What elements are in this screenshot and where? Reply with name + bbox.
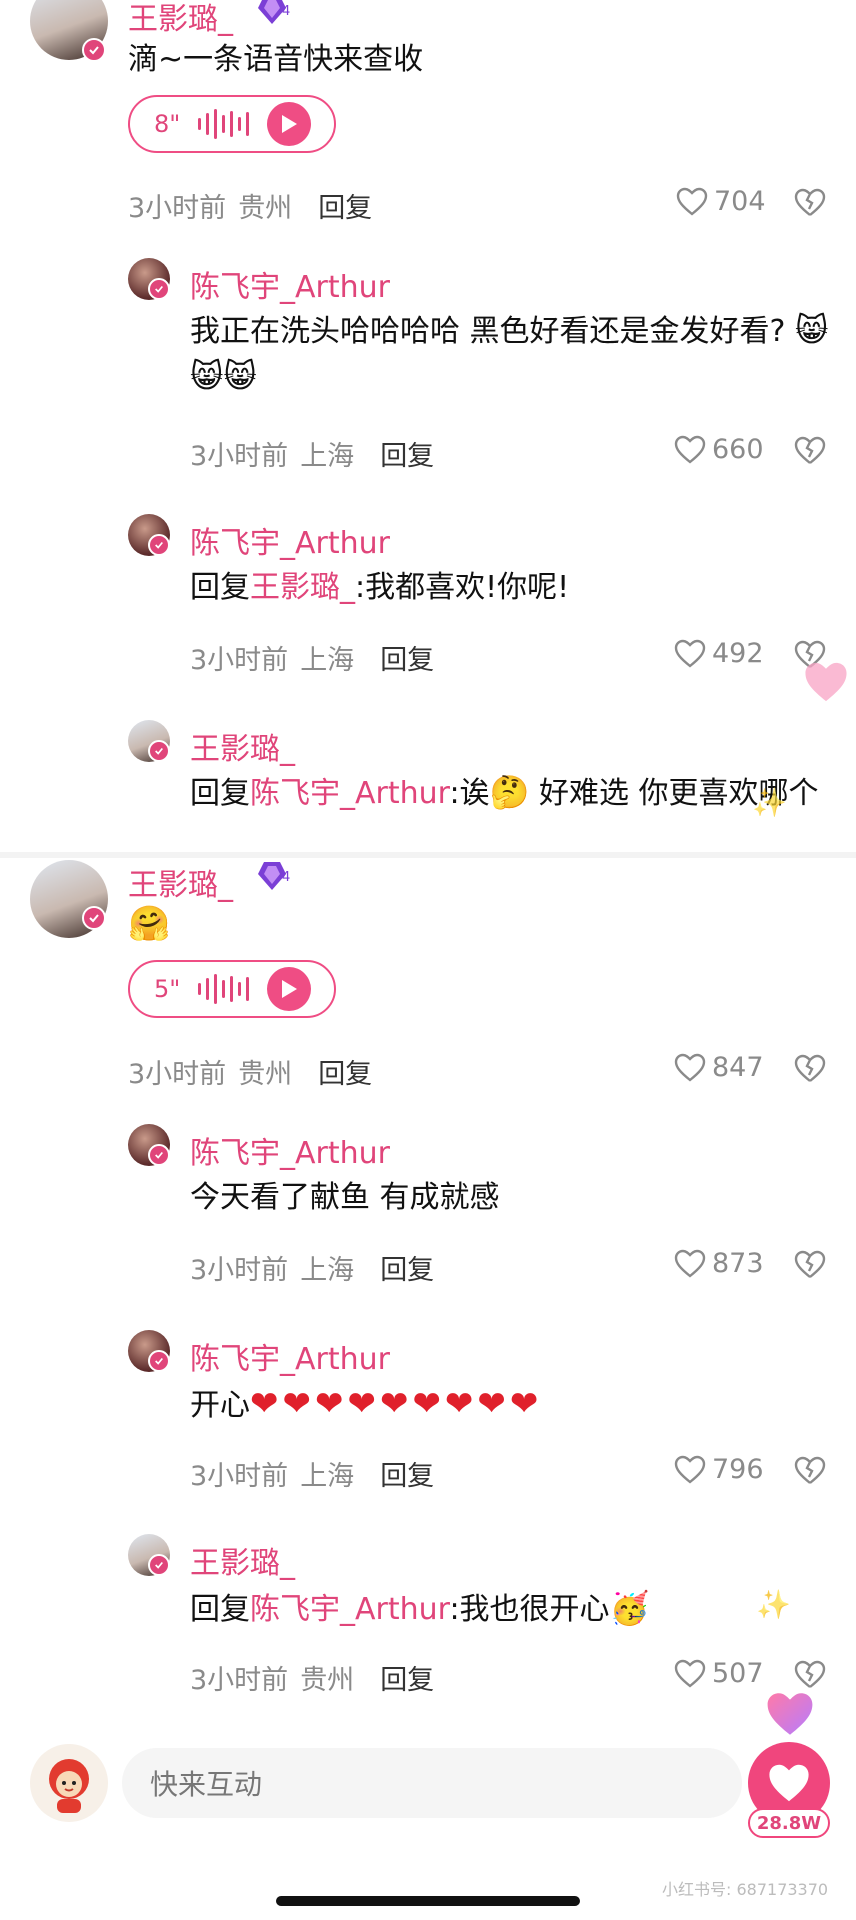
user-avatar[interactable] <box>30 1744 108 1822</box>
verified-badge-icon <box>82 38 106 62</box>
mention-link[interactable]: 陈飞宇_Arthur <box>250 1592 449 1627</box>
like-button[interactable]: 704 <box>676 186 766 217</box>
reply-text: 回复陈飞宇_Arthur:诶🤔 好难选 你更喜欢哪个 <box>190 773 819 811</box>
dislike-heart-icon[interactable] <box>794 1054 826 1088</box>
like-button[interactable]: 660 <box>674 434 764 465</box>
reply-button[interactable]: 回复 <box>318 193 372 224</box>
heart-outline-icon <box>674 1455 706 1484</box>
voice-duration: 5" <box>154 975 181 1003</box>
dislike-heart-icon[interactable] <box>794 188 826 222</box>
heart-outline-icon <box>674 1053 706 1082</box>
reply-button[interactable]: 回复 <box>380 1665 434 1696</box>
heart-outline-icon <box>674 1249 706 1278</box>
reply-button[interactable]: 回复 <box>380 645 434 676</box>
reply-text: 我正在洗头哈哈哈哈 黑色好看还是金发好看? 😸😸😸 <box>190 311 829 395</box>
heart-outline-icon <box>674 435 706 464</box>
dislike-heart-icon[interactable] <box>794 1660 826 1694</box>
voice-message-button[interactable]: 8" <box>128 95 336 153</box>
reply-author[interactable]: 陈飞宇_Arthur <box>190 1128 390 1172</box>
comment-input[interactable]: 快来互动 <box>122 1748 742 1818</box>
level-badge-icon: 4 <box>256 0 292 28</box>
verified-badge-icon <box>82 906 106 930</box>
comment-author[interactable]: 王影璐_ <box>128 0 233 38</box>
like-count: 704 <box>714 186 766 217</box>
play-icon[interactable] <box>267 102 311 146</box>
reply-meta: 3小时前 上海 回复 <box>190 1255 435 1286</box>
verified-badge-icon <box>148 1554 170 1576</box>
verified-badge-icon <box>148 1350 170 1372</box>
heart-filled-icon <box>769 1764 809 1802</box>
reply-meta: 3小时前 上海 回复 <box>190 441 435 472</box>
reply-button[interactable]: 回复 <box>318 1059 372 1090</box>
reply-text: 回复王影璐_:我都喜欢!你呢! <box>190 570 570 605</box>
reply-button[interactable]: 回复 <box>380 1255 434 1286</box>
heart-outline-icon <box>674 1659 706 1688</box>
heart-outline-icon <box>676 187 708 216</box>
reply-text: 回复陈飞宇_Arthur:我也很开心🥳 <box>190 1589 650 1627</box>
sparkle-hands-icon: ✨ <box>756 1588 791 1621</box>
reply-author[interactable]: 王影璐_ <box>190 724 295 768</box>
hug-emoji: 🤗 <box>128 904 171 944</box>
like-button[interactable]: 492 <box>674 638 764 669</box>
home-indicator[interactable] <box>276 1896 580 1906</box>
level-number: 4 <box>282 870 291 885</box>
like-button[interactable]: 873 <box>674 1248 764 1279</box>
reply-text: 今天看了献鱼 有成就感 <box>190 1180 500 1215</box>
heart-outline-icon <box>674 639 706 668</box>
floating-heart-icon <box>764 1690 816 1742</box>
party-face-emoji: 🥳 <box>609 1589 650 1627</box>
mention-link[interactable]: 陈飞宇_Arthur <box>250 776 449 811</box>
verified-badge-icon <box>148 740 170 762</box>
dislike-heart-icon[interactable] <box>794 1250 826 1284</box>
comment-location: 贵州 <box>238 193 293 224</box>
mention-link[interactable]: 王影璐_ <box>250 570 355 605</box>
reply-button[interactable]: 回复 <box>380 1461 434 1492</box>
red-heart-emoji: ❤❤❤❤❤❤❤❤❤ <box>250 1384 543 1424</box>
reply-button[interactable]: 回复 <box>380 441 434 472</box>
reply-author[interactable]: 陈飞宇_Arthur <box>190 262 390 306</box>
verified-badge-icon <box>148 1144 170 1166</box>
play-icon[interactable] <box>267 967 311 1011</box>
dislike-heart-icon[interactable] <box>794 1456 826 1490</box>
watermark: 小红书号: 687173370 <box>662 1880 829 1899</box>
reply-meta: 3小时前 贵州 回复 <box>190 1665 435 1696</box>
verified-badge-icon <box>148 278 170 300</box>
level-badge-icon: 4 <box>256 858 292 894</box>
reply-author[interactable]: 王影璐_ <box>190 1538 295 1582</box>
voice-message-button[interactable]: 5" <box>128 960 336 1018</box>
voice-duration: 8" <box>154 110 181 138</box>
like-button[interactable]: 847 <box>674 1052 764 1083</box>
level-number: 4 <box>282 4 291 19</box>
thinking-face-emoji: 🤔 <box>489 773 530 811</box>
section-divider <box>0 852 856 858</box>
comment-meta: 3小时前 贵州 回复 <box>128 186 372 225</box>
reply-author[interactable]: 陈飞宇_Arthur <box>190 518 390 562</box>
like-button[interactable]: 796 <box>674 1454 764 1485</box>
like-count-badge: 28.8W <box>748 1808 830 1838</box>
verified-badge-icon <box>148 534 170 556</box>
waveform-icon <box>198 109 249 139</box>
comment-time: 3小时前 <box>128 193 227 224</box>
reply-meta: 3小时前 上海 回复 <box>190 1461 435 1492</box>
comment-author[interactable]: 王影璐_ <box>128 860 233 904</box>
floating-heart-icon <box>802 660 850 708</box>
reply-text: 开心❤❤❤❤❤❤❤❤❤ <box>190 1384 543 1424</box>
input-placeholder: 快来互动 <box>150 1768 263 1801</box>
sparkle-hands-icon: ✨ <box>752 786 787 819</box>
like-button[interactable]: 507 <box>674 1658 764 1689</box>
comment-text: 滴~一条语音快来查收 <box>128 42 424 77</box>
reply-meta: 3小时前 上海 回复 <box>190 645 435 676</box>
waveform-icon <box>198 974 249 1004</box>
comment-meta: 3小时前 贵州 回复 <box>128 1059 373 1090</box>
reply-author[interactable]: 陈飞宇_Arthur <box>190 1334 390 1378</box>
dislike-heart-icon[interactable] <box>794 436 826 470</box>
